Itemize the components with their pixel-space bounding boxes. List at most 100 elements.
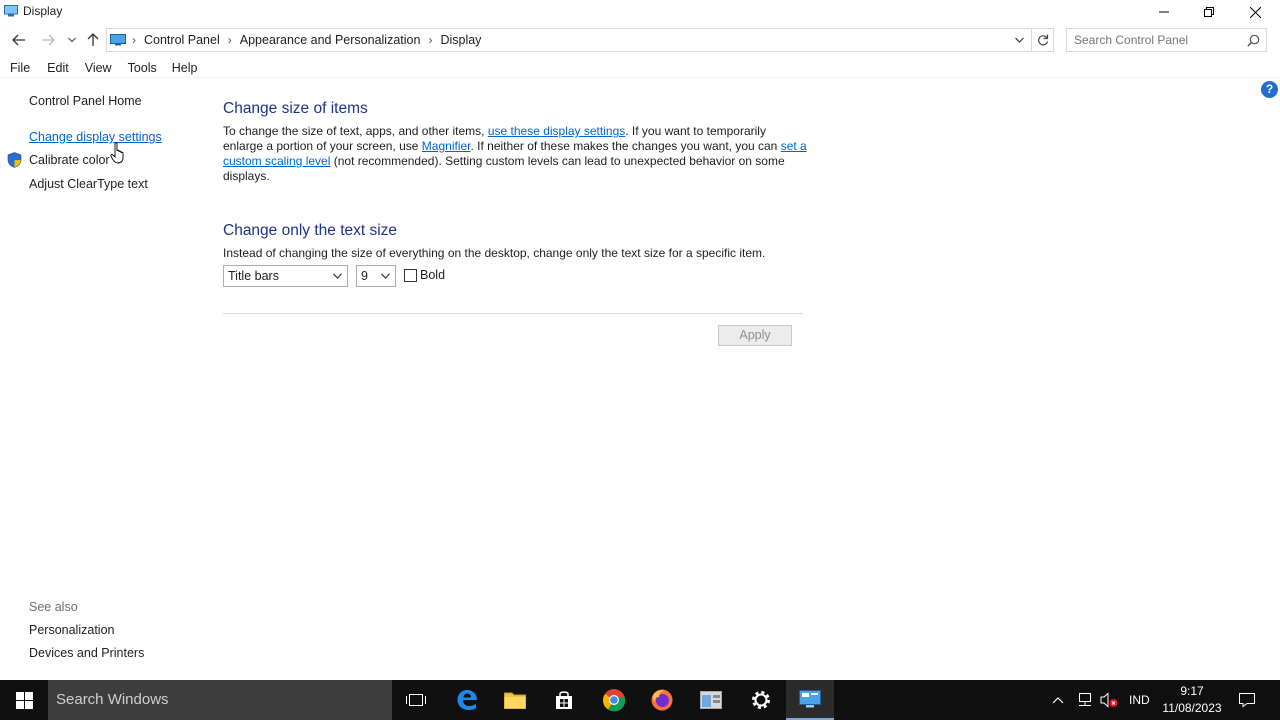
search-input[interactable] xyxy=(1074,33,1239,47)
breadcrumb-separator: › xyxy=(428,33,433,47)
chrome-icon xyxy=(602,689,626,712)
recent-locations-button[interactable] xyxy=(62,30,82,50)
refresh-button[interactable] xyxy=(1031,29,1053,51)
forward-button[interactable] xyxy=(38,30,58,50)
breadcrumb-display[interactable]: Display xyxy=(440,33,481,47)
bold-checkbox[interactable] xyxy=(404,269,417,282)
menu-tools[interactable]: Tools xyxy=(128,58,157,77)
chevron-down-icon xyxy=(381,273,390,279)
size-select[interactable]: 9 xyxy=(356,265,396,287)
back-arrow-icon xyxy=(12,34,25,46)
up-button[interactable] xyxy=(83,30,103,50)
forward-arrow-icon xyxy=(42,34,55,46)
restore-button[interactable] xyxy=(1186,0,1232,24)
display-app-icon xyxy=(4,5,18,17)
menu-bar: File Edit View Tools Help xyxy=(0,58,1280,78)
size-select-value: 9 xyxy=(361,269,368,283)
windows-logo-icon xyxy=(15,691,33,709)
text-size-description: Instead of changing the size of everythi… xyxy=(223,246,766,260)
clock-time: 9:17 xyxy=(1180,684,1204,698)
task-view-icon xyxy=(406,694,426,706)
back-button[interactable] xyxy=(9,30,29,50)
folder-icon xyxy=(504,692,526,709)
menu-view[interactable]: View xyxy=(85,58,112,77)
start-button[interactable] xyxy=(0,680,48,720)
action-center-button[interactable] xyxy=(1238,680,1256,720)
magnifier-link[interactable]: Magnifier xyxy=(422,139,471,153)
app-window-icon xyxy=(700,691,722,709)
volume-muted-icon xyxy=(1100,692,1118,708)
address-dropdown-button[interactable] xyxy=(1009,29,1029,51)
gear-icon xyxy=(752,691,770,709)
settings-button[interactable] xyxy=(737,680,785,720)
section-heading-text-size: Change only the text size xyxy=(223,222,398,239)
calibrate-color-link[interactable]: Calibrate color xyxy=(29,153,110,167)
divider xyxy=(223,313,803,314)
search-box[interactable] xyxy=(1066,28,1267,52)
item-select[interactable]: Title bars xyxy=(223,265,348,287)
task-view-button[interactable] xyxy=(392,680,440,720)
devices-and-printers-link[interactable]: Devices and Printers xyxy=(29,646,144,660)
control-panel-taskbar-button[interactable] xyxy=(786,680,834,720)
item-select-value: Title bars xyxy=(228,269,279,283)
left-pane: Control Panel Home Change display settin… xyxy=(0,79,200,679)
uac-shield-icon xyxy=(7,152,22,168)
address-bar[interactable]: › Control Panel › Appearance and Persona… xyxy=(106,28,1054,52)
chevron-up-icon xyxy=(1052,697,1064,704)
taskbar: Search Windows IND 9:17 11/08/2023 xyxy=(0,680,1280,720)
apply-button[interactable]: Apply xyxy=(718,325,792,346)
edge-button[interactable] xyxy=(443,680,491,720)
control-panel-home-link[interactable]: Control Panel Home xyxy=(29,94,142,108)
menu-edit[interactable]: Edit xyxy=(47,58,69,77)
help-icon[interactable]: ? xyxy=(1261,81,1278,98)
chrome-button[interactable] xyxy=(590,680,638,720)
volume-button[interactable] xyxy=(1100,680,1118,720)
description-text: . If neither of these makes the changes … xyxy=(470,139,781,153)
search-icon xyxy=(1247,34,1260,47)
store-button[interactable] xyxy=(540,680,588,720)
firefox-button[interactable] xyxy=(638,680,686,720)
clock-date: 11/08/2023 xyxy=(1162,701,1222,715)
store-icon xyxy=(556,691,572,709)
firefox-icon xyxy=(651,689,673,711)
close-button[interactable] xyxy=(1232,0,1278,24)
notification-icon xyxy=(1239,693,1255,708)
adjust-cleartype-link[interactable]: Adjust ClearType text xyxy=(29,177,148,191)
breadcrumb-control-panel[interactable]: Control Panel xyxy=(144,33,220,47)
control-panel-icon xyxy=(799,690,821,708)
show-hidden-icons-button[interactable] xyxy=(1052,680,1064,720)
app-button[interactable] xyxy=(687,680,735,720)
personalization-link[interactable]: Personalization xyxy=(29,623,114,637)
navigation-bar: › Control Panel › Appearance and Persona… xyxy=(0,26,1280,54)
edge-icon xyxy=(457,690,477,710)
minimize-icon xyxy=(1159,11,1169,13)
file-explorer-button[interactable] xyxy=(491,680,539,720)
breadcrumb-separator: › xyxy=(227,33,232,47)
window-title: Display xyxy=(23,4,63,18)
up-arrow-icon xyxy=(87,33,99,46)
change-display-settings-link[interactable]: Change display settings xyxy=(29,130,162,144)
section-heading-size: Change size of items xyxy=(223,100,368,117)
bold-label: Bold xyxy=(420,268,446,282)
breadcrumb-appearance[interactable]: Appearance and Personalization xyxy=(240,33,421,47)
refresh-icon xyxy=(1037,34,1048,46)
description-text: To change the size of text, apps, and ot… xyxy=(223,124,488,138)
menu-file[interactable]: File xyxy=(10,58,30,77)
clock[interactable]: 9:17 11/08/2023 xyxy=(1158,683,1226,717)
see-also-label: See also xyxy=(29,600,78,614)
display-settings-link[interactable]: use these display settings xyxy=(488,124,625,138)
close-icon xyxy=(1249,6,1261,18)
breadcrumb: › Control Panel › Appearance and Persona… xyxy=(132,33,481,47)
control-panel-icon xyxy=(110,34,126,46)
breadcrumb-separator: › xyxy=(132,33,136,47)
network-button[interactable] xyxy=(1076,680,1094,720)
language-indicator[interactable]: IND xyxy=(1129,680,1150,720)
menu-help[interactable]: Help xyxy=(172,58,198,77)
chevron-down-icon xyxy=(68,37,76,43)
title-bar: Display xyxy=(0,0,1280,24)
hand-cursor-icon xyxy=(110,142,124,164)
chevron-down-icon xyxy=(333,273,342,279)
size-description: To change the size of text, apps, and ot… xyxy=(223,124,808,184)
taskbar-search[interactable]: Search Windows xyxy=(48,680,392,720)
minimize-button[interactable] xyxy=(1141,0,1187,24)
